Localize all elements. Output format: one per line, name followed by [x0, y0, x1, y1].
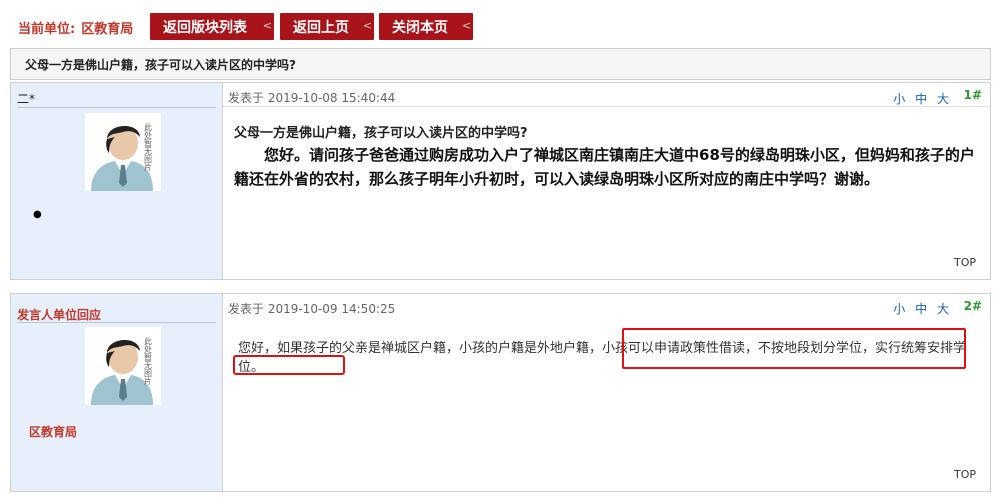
post-date: 发表于 2019-10-08 15:40:44	[228, 91, 396, 105]
floor-number: 2#	[963, 299, 982, 313]
avatar-caption: 此处暂无图片	[144, 122, 153, 172]
post-content: 发表于 2019-10-09 14:50:25 小 中 大 2# 您好，如果孩子…	[223, 294, 990, 491]
post-date: 发表于 2019-10-09 14:50:25	[228, 302, 396, 316]
font-size-switcher: 小 中 大	[893, 300, 952, 317]
font-size-medium-link[interactable]: 中	[915, 302, 930, 316]
close-page-button[interactable]: 关闭本页 <	[379, 13, 473, 40]
current-unit: 当前单位: 区教育局	[18, 18, 133, 37]
divider	[17, 322, 216, 323]
author-name: 发言人单位回应	[17, 308, 102, 322]
chevron-left-icon: <	[461, 19, 471, 32]
post: 二* 此处暂无图片 ● 发表于 2019-10-08 15:40:44 小 中 …	[10, 82, 991, 280]
avatar: 此处暂无图片	[85, 113, 161, 191]
font-size-large-link[interactable]: 大	[937, 92, 952, 106]
avatar-caption: 此处暂无图片	[144, 336, 153, 386]
post-author-panel: 二* 此处暂无图片 ●	[11, 83, 223, 279]
top-toolbar: 当前单位: 区教育局 返回版块列表 < 返回上页 < 关闭本页 <	[0, 0, 999, 46]
highlight-annotation-box	[622, 328, 966, 369]
default-avatar-icon: 此处暂无图片	[85, 113, 161, 191]
post-title: 父母一方是佛山户籍，孩子可以入读片区的中学吗?	[234, 126, 528, 141]
post: 发言人单位回应 此处暂无图片 区教育局 发表于 2019-10-09 14:50…	[10, 293, 991, 492]
current-unit-label: 当前单位:	[18, 22, 76, 37]
list-bullet-icon: ●	[33, 209, 42, 220]
chevron-left-icon: <	[362, 19, 372, 32]
font-size-large-link[interactable]: 大	[937, 302, 952, 316]
close-page-label: 关闭本页	[392, 19, 448, 36]
chevron-left-icon: <	[262, 19, 272, 32]
font-size-medium-link[interactable]: 中	[915, 92, 930, 106]
author-name: 二*	[17, 92, 36, 106]
font-size-switcher: 小 中 大	[893, 90, 952, 107]
thread-title: 父母一方是佛山户籍，孩子可以入读片区的中学吗?	[25, 57, 296, 72]
default-avatar-icon: 此处暂无图片	[85, 327, 161, 405]
current-unit-value: 区教育局	[81, 22, 134, 37]
back-to-previous-page-button[interactable]: 返回上页 <	[280, 13, 374, 40]
back-to-previous-page-label: 返回上页	[293, 19, 349, 36]
back-to-top-link[interactable]: TOP	[954, 468, 976, 481]
back-to-top-link[interactable]: TOP	[954, 256, 976, 269]
back-to-board-list-label: 返回版块列表	[163, 19, 247, 36]
author-organization: 区教育局	[29, 425, 78, 439]
floor-number: 1#	[963, 88, 982, 102]
back-to-board-list-button[interactable]: 返回版块列表 <	[150, 13, 274, 40]
post-header: 发表于 2019-10-08 15:40:44 小 中 大 1#	[223, 83, 990, 107]
post-body: 您好。请问孩子爸爸通过购房成功入户了禅城区南庄镇南庄大道中68号的绿岛明珠小区，…	[234, 146, 975, 188]
post-header: 发表于 2019-10-09 14:50:25 小 中 大 2#	[223, 294, 990, 318]
avatar: 此处暂无图片	[85, 327, 161, 405]
font-size-small-link[interactable]: 小	[893, 92, 908, 106]
thread-title-bar: 父母一方是佛山户籍，孩子可以入读片区的中学吗?	[10, 48, 991, 80]
post-author-panel: 发言人单位回应 此处暂无图片 区教育局	[11, 294, 223, 491]
highlight-annotation-box	[233, 355, 345, 375]
font-size-small-link[interactable]: 小	[893, 302, 908, 316]
divider	[17, 107, 216, 108]
post-content: 发表于 2019-10-08 15:40:44 小 中 大 1# 父母一方是佛山…	[223, 83, 990, 279]
